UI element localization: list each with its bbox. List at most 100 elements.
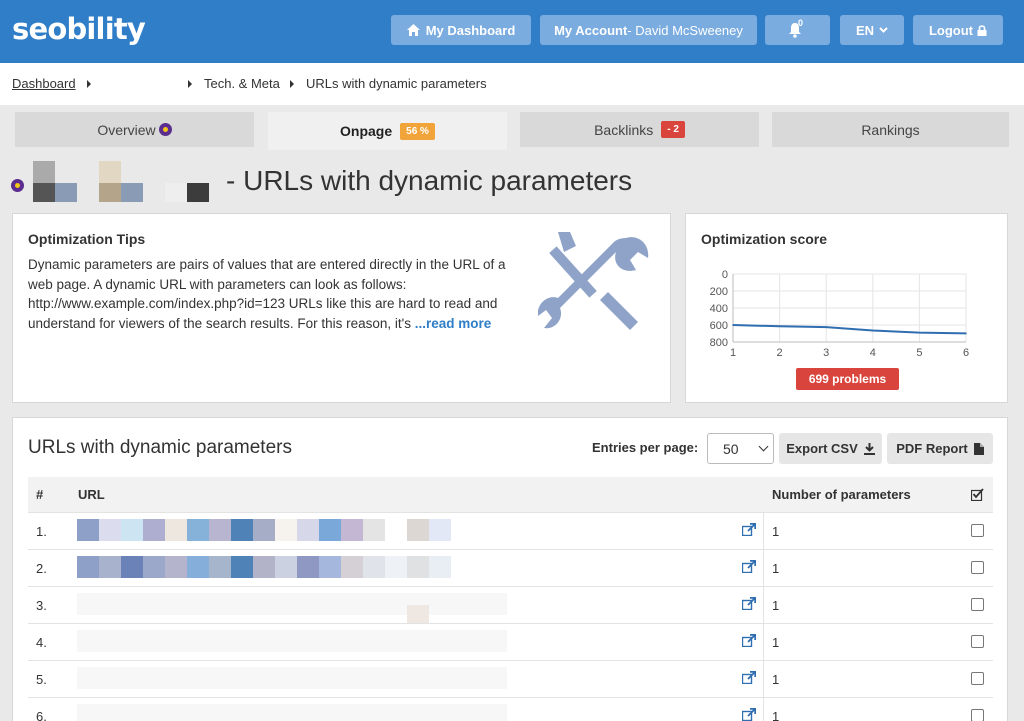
page-title: - URLs with dynamic parameters [226,165,633,196]
score-point [825,326,827,328]
score-point [965,332,967,335]
section-title: URLs with dynamic parameters [28,437,292,458]
entries-per-page-value: 50 [723,441,739,457]
breadcrumb: Dashboard Tech. & Meta URLs with dynamic… [0,63,1024,105]
logout-button[interactable]: Logout [913,15,1003,45]
notifications-button[interactable]: 0 [765,15,830,45]
entries-per-page-label: Entries per page: [592,440,699,455]
optimization-score-card: Optimization score 0 200 400 600 800 1 2 3 4 5 6 6… [685,213,1008,403]
col-url-header[interactable]: URL [78,487,105,502]
score-point [778,325,781,328]
x-tick-label: 3 [823,347,829,359]
seobility-logo[interactable]: seobility [12,12,146,46]
table-row: 5. 1 [28,660,993,697]
row-checkbox[interactable] [971,524,984,537]
row-number: 4. [36,635,47,650]
param-count: 1 [772,635,780,650]
tab-backlinks[interactable]: Backlinks - 2 [520,112,759,147]
row-checkbox[interactable] [971,561,984,574]
param-count: 1 [772,709,780,721]
external-link-icon[interactable] [742,523,756,536]
optimization-tips-card: Optimization Tips Dynamic parameters are… [12,213,671,403]
row-number: 1. [36,524,47,539]
my-dashboard-label: My Dashboard [425,22,516,38]
download-icon [863,442,875,455]
score-point [872,329,874,332]
optimization-score-chart: 0 200 400 600 8001 2 3 4 5 6 [710,269,969,359]
backlinks-change-tag: - 2 [661,121,685,138]
param-count: 1 [772,598,780,613]
breadcrumb-separator [87,80,91,88]
obscured-url[interactable] [70,624,763,660]
tab-rankings[interactable]: Rankings [772,112,1009,147]
tips-title: Optimization Tips [28,231,146,247]
external-link-icon[interactable] [742,671,756,684]
premium-star-icon [11,179,24,192]
row-checkbox[interactable] [971,672,984,685]
x-tick-label: 6 [963,347,969,359]
row-checkbox[interactable] [971,709,984,721]
column-divider [763,587,764,623]
export-csv-button[interactable]: Export CSV [779,433,882,464]
home-icon [406,24,420,36]
obscured-url[interactable] [70,587,763,623]
obscured-url[interactable] [70,513,763,549]
y-tick-label: 800 [710,337,728,349]
premium-star-icon [158,123,172,136]
row-checkbox[interactable] [971,635,984,648]
row-number: 2. [36,561,47,576]
obscured-url[interactable] [70,698,763,721]
external-link-icon[interactable] [742,634,756,647]
entries-per-page-select[interactable]: 50 [707,433,774,464]
check-all-icon[interactable] [971,488,984,501]
row-number: 3. [36,598,47,613]
account-user-name: - David McSweeney [627,22,743,38]
x-tick-label: 5 [916,347,922,359]
tab-backlinks-label: Backlinks [594,121,654,138]
col-params-header[interactable]: Number of parameters [772,487,911,502]
table-row: 6. 1 [28,697,993,721]
tools-icon [538,232,649,330]
external-link-icon[interactable] [742,560,756,573]
score-title: Optimization score [701,231,828,247]
language-selector[interactable]: EN [840,15,904,45]
tab-rankings-label: Rankings [861,121,920,138]
y-tick-label: 400 [710,303,728,315]
y-tick-label: 600 [710,320,728,332]
urls-table-card: URLs with dynamic parameters Entries per… [12,417,1008,721]
my-dashboard-button[interactable]: My Dashboard [391,15,531,45]
tips-description: Dynamic parameters are pairs of values t… [28,255,528,333]
tab-onpage[interactable]: Onpage 56 % [268,112,507,150]
onpage-score-tag: 56 % [400,122,435,140]
row-number: 6. [36,709,47,721]
obscured-url[interactable] [70,550,763,586]
read-more-link[interactable]: ...read more [415,316,492,331]
tab-overview-label: Overview [97,121,156,138]
score-series-line [732,324,967,335]
column-divider [763,698,764,721]
breadcrumb-current: URLs with dynamic parameters [306,76,487,91]
external-link-icon[interactable] [742,708,756,721]
pdf-report-button[interactable]: PDF Report [887,433,993,464]
x-tick-label: 1 [730,347,736,359]
table-row: 3. 1 [28,586,993,623]
tab-overview[interactable]: Overview [15,112,254,147]
column-divider [763,550,764,586]
lock-icon [977,24,987,36]
breadcrumb-tech-meta[interactable]: Tech. & Meta [204,76,280,91]
logout-label: Logout [928,22,974,38]
my-account-button[interactable]: My Account - David McSweeney [540,15,757,45]
tab-onpage-label: Onpage [340,123,393,139]
problems-badge[interactable]: 699 problems [796,368,899,390]
table-header: # URL Number of parameters [28,477,993,512]
file-icon [973,442,984,455]
column-divider [763,624,764,660]
row-checkbox[interactable] [971,598,984,611]
score-point [732,324,734,326]
external-link-icon[interactable] [742,597,756,610]
param-count: 1 [772,524,780,539]
obscured-url[interactable] [70,661,763,697]
column-divider [763,661,764,697]
breadcrumb-dashboard[interactable]: Dashboard [12,76,76,91]
table-row: 1. 1 [28,512,993,549]
